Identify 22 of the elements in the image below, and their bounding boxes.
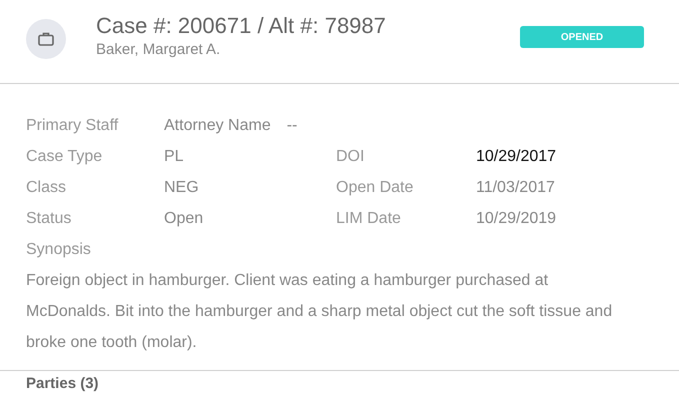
field-value: NEG	[164, 178, 200, 198]
status-badge: OPENED	[520, 26, 644, 48]
client-name: Baker, Margaret A.	[96, 40, 222, 60]
field-label: DOI	[336, 147, 366, 167]
field-label: Class	[26, 178, 68, 198]
field-value: --	[286, 116, 298, 136]
case-icon	[26, 19, 66, 59]
section-heading: Parties (3)	[25, 374, 100, 393]
synopsis-text: Foreign object in hamburger. Client was eating a hamburger purchased at McDonalds. Bit into the hamburger and a sharp metal object cut the soft tissue and broke one tooth (molar).	[26, 271, 614, 353]
field-label: Status	[26, 209, 72, 229]
field-value: 10/29/2017	[476, 147, 556, 167]
case-title: Case #: 200671 / Alt #: 78987	[96, 12, 387, 40]
field-value: Open	[164, 209, 204, 229]
field-label: Case Type	[26, 147, 104, 167]
field-value: PL	[164, 147, 185, 167]
field-label: Open Date	[336, 178, 414, 198]
field-value: 10/29/2019	[476, 209, 556, 229]
field-label: LIM Date	[336, 209, 402, 229]
field-value: 11/03/2017	[476, 178, 555, 198]
field-label: Primary Staff	[26, 116, 120, 136]
field-value: Attorney Name	[164, 116, 271, 136]
field-label: Synopsis	[26, 240, 92, 260]
